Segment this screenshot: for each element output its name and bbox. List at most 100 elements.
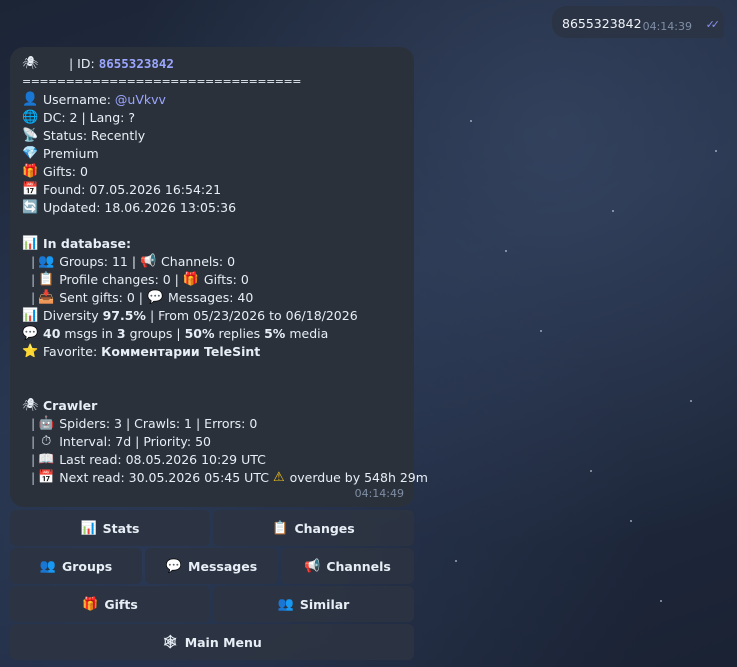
- spiders-text: Spiders: 3 | Crawls: 1 | Errors: 0: [59, 416, 258, 431]
- speech-bubble-icon: 💬: [146, 290, 164, 305]
- star: [540, 330, 542, 332]
- star: [690, 400, 692, 402]
- star: [590, 470, 592, 472]
- profile-header: 🕷 | ID: 8655323842: [22, 55, 402, 73]
- msgs-text: msgs in: [64, 326, 113, 341]
- read-checkmarks-icon: ✓✓: [705, 18, 721, 31]
- found-text: Found: 07.05.2026 16:54:21: [43, 182, 222, 197]
- main-menu-button[interactable]: 🕸 Main Menu: [10, 624, 414, 660]
- open-book-icon: 📖: [38, 452, 55, 467]
- gifts-button-label: Gifts: [104, 596, 138, 612]
- similar-button[interactable]: 👥 Similar: [213, 586, 414, 622]
- bar-chart-icon: 📊: [22, 308, 39, 323]
- calendar-icon: 📅: [38, 470, 55, 485]
- satellite-dish-icon: 📡: [22, 128, 39, 143]
- spider-web-icon: 🕸: [162, 634, 179, 650]
- star: [715, 150, 717, 152]
- groups-count: Groups: 11 |: [59, 254, 137, 269]
- diamond-icon: 💎: [22, 146, 39, 161]
- favorite-row: ⭐ Favorite: Комментарии TeleSint: [22, 343, 402, 361]
- star: [630, 520, 632, 522]
- interval-text: Interval: 7d | Priority: 50: [59, 434, 211, 449]
- outgoing-message-time: 04:14:39: [642, 20, 692, 33]
- sent-gifts-count: Sent gifts: 0 |: [59, 290, 143, 305]
- channels-button-label: Channels: [326, 558, 391, 574]
- found-row: 📅 Found: 07.05.2026 16:54:21: [22, 181, 402, 199]
- clipboard-icon: 📋: [38, 272, 55, 287]
- crawler-title-row: 🕷 Crawler: [22, 397, 402, 415]
- channels-button[interactable]: 📢 Channels: [281, 548, 414, 584]
- similar-button-label: Similar: [299, 596, 350, 612]
- calendar-icon: 📅: [22, 182, 39, 197]
- stats-button[interactable]: 📊 Stats: [10, 510, 210, 546]
- updated-text: Updated: 18.06.2026 13:05:36: [43, 200, 237, 215]
- changes-gifts-row: | 📋 Profile changes: 0 | 🎁 Gifts: 0: [31, 272, 249, 287]
- robot-icon: 🤖: [38, 416, 55, 431]
- last-read-row: | 📖 Last read: 08.05.2026 10:29 UTC: [31, 452, 266, 467]
- interval-row: | ⏱ Interval: 7d | Priority: 50: [31, 434, 211, 449]
- star: [470, 120, 472, 122]
- stopwatch-icon: ⏱: [41, 434, 52, 449]
- groups-channels-row: | 👥 Groups: 11 | 📢 Channels: 0: [31, 254, 236, 269]
- username-link[interactable]: @uVkvv: [115, 91, 166, 109]
- megaphone-icon: 📢: [304, 558, 321, 574]
- messages-count: Messages: 40: [167, 290, 254, 305]
- status-row: 📡 Status: Recently: [22, 127, 402, 145]
- refresh-icon: 🔄: [22, 200, 39, 215]
- last-read-text: Last read: 08.05.2026 10:29 UTC: [59, 452, 266, 467]
- dc-row: 🌐 DC: 2 | Lang: ?: [22, 109, 402, 127]
- inbox-tray-icon: 📥: [38, 290, 55, 305]
- profile-changes-count: Profile changes: 0 |: [59, 272, 179, 287]
- messages-button[interactable]: 💬 Messages: [145, 548, 278, 584]
- user-silhouette-icon: 👤: [22, 92, 39, 107]
- next-read-text: Next read: 30.05.2026 05:45 UTC: [59, 470, 269, 485]
- stats-button-label: Stats: [102, 520, 140, 536]
- gifts-text: Gifts: 0: [43, 164, 88, 179]
- separator-line: ================================: [22, 75, 301, 88]
- people-icon: 👥: [39, 558, 56, 574]
- star: [505, 250, 507, 252]
- people-icon: 👥: [38, 254, 55, 269]
- gift-icon: 🎁: [22, 164, 39, 179]
- media-percent: 5%: [264, 326, 286, 341]
- bar-chart-icon: 📊: [80, 520, 97, 536]
- changes-button-label: Changes: [294, 520, 355, 536]
- messages-button-label: Messages: [188, 558, 258, 574]
- sent-messages-row: | 📥 Sent gifts: 0 | 💬 Messages: 40: [31, 290, 254, 305]
- username-row: 👤 Username: @uVkvv: [22, 91, 402, 109]
- spider-icon: 🕷: [22, 56, 39, 71]
- gifts-row: 🎁 Gifts: 0: [22, 163, 402, 181]
- dc-text: DC: 2 | Lang: ?: [43, 110, 135, 125]
- msgs-groups-text: groups |: [129, 326, 181, 341]
- gift-icon: 🎁: [82, 596, 99, 612]
- groups-button[interactable]: 👥 Groups: [10, 548, 142, 584]
- groups-button-label: Groups: [61, 558, 113, 574]
- incoming-message[interactable]: 🕷 | ID: 8655323842 =====================…: [10, 47, 428, 507]
- media-text: media: [289, 326, 329, 341]
- replies-text: replies: [218, 326, 261, 341]
- id-label: | ID:: [69, 56, 95, 71]
- database-title: In database:: [43, 236, 131, 251]
- diversity-label: Diversity: [43, 308, 99, 323]
- updated-row: 🔄 Updated: 18.06.2026 13:05:36: [22, 199, 402, 217]
- premium-row: 💎 Premium: [22, 145, 402, 163]
- db-gifts-count: Gifts: 0: [203, 272, 249, 287]
- user-id-value[interactable]: 8655323842: [99, 55, 174, 73]
- globe-icon: 🌐: [22, 110, 39, 125]
- msgs-groups-count: 3: [116, 326, 126, 341]
- gifts-button[interactable]: 🎁 Gifts: [10, 586, 210, 622]
- star-icon: ⭐: [22, 344, 39, 359]
- database-title-row: 📊 In database:: [22, 235, 402, 253]
- bar-chart-icon: 📊: [22, 236, 39, 251]
- people-icon: 👥: [277, 596, 294, 612]
- spider-icon: 🕷: [22, 398, 39, 413]
- favorite-value: Комментарии TeleSint: [101, 344, 261, 359]
- changes-button[interactable]: 📋 Changes: [213, 510, 414, 546]
- outgoing-message-text: 8655323842: [562, 16, 642, 31]
- gift-icon: 🎁: [182, 272, 200, 287]
- star: [660, 600, 662, 602]
- outgoing-message[interactable]: 8655323842 04:14:39 ✓✓: [552, 6, 724, 38]
- speech-bubble-icon: 💬: [22, 326, 39, 341]
- diversity-value: 97.5%: [102, 308, 146, 323]
- crawler-title: Crawler: [43, 398, 98, 413]
